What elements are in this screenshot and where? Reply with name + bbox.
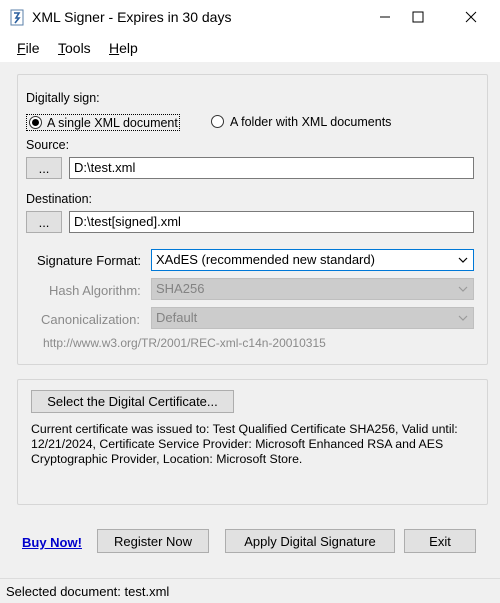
hash-algorithm-value: SHA256 xyxy=(156,281,205,296)
menu-help[interactable]: Help xyxy=(109,40,138,56)
certificate-info-line-2: 12/21/2024, Certificate Service Provider… xyxy=(31,437,444,451)
maximize-button[interactable] xyxy=(395,0,441,34)
minimize-icon xyxy=(380,16,390,18)
exit-button[interactable]: Exit xyxy=(404,529,476,553)
radio-single-document-indicator xyxy=(29,116,42,129)
source-browse-button[interactable]: ... xyxy=(26,157,62,179)
hash-algorithm-select: SHA256 xyxy=(151,278,474,300)
canonicalization-select: Default xyxy=(151,307,474,329)
chevron-down-icon xyxy=(458,315,468,321)
apply-signature-button[interactable]: Apply Digital Signature xyxy=(225,529,395,553)
radio-single-document-label: A single XML document xyxy=(47,116,178,130)
close-button[interactable] xyxy=(448,0,494,34)
close-icon xyxy=(465,11,477,23)
window-title: XML Signer - Expires in 30 days xyxy=(32,9,232,25)
menu-help-label: elp xyxy=(119,40,138,56)
menu-file[interactable]: File xyxy=(17,40,40,56)
destination-label: Destination: xyxy=(26,192,93,206)
menu-tools[interactable]: Tools xyxy=(58,40,91,56)
signature-format-value: XAdES (recommended new standard) xyxy=(156,252,375,267)
radio-folder-indicator xyxy=(211,115,224,128)
signature-format-label: Signature Format: xyxy=(37,253,142,268)
destination-input[interactable]: D:\test[signed].xml xyxy=(69,211,474,233)
digitally-sign-label: Digitally sign: xyxy=(26,91,100,105)
app-icon xyxy=(10,9,24,26)
status-text: Selected document: test.xml xyxy=(6,584,170,599)
menu-file-accelerator: F xyxy=(17,40,26,56)
maximize-icon xyxy=(412,11,424,23)
menu-tools-accelerator: T xyxy=(58,40,65,56)
signature-format-select[interactable]: XAdES (recommended new standard) xyxy=(151,249,474,271)
title-bar[interactable]: XML Signer - Expires in 30 days xyxy=(0,0,500,34)
source-label: Source: xyxy=(26,138,70,152)
select-certificate-button[interactable]: Select the Digital Certificate... xyxy=(31,390,234,413)
status-bar: Selected document: test.xml xyxy=(0,578,500,603)
certificate-info: Current certificate was issued to: Test … xyxy=(31,422,481,467)
menu-help-accelerator: H xyxy=(109,40,120,56)
radio-folder-label: A folder with XML documents xyxy=(230,115,392,129)
chevron-down-icon xyxy=(458,257,468,263)
destination-browse-button[interactable]: ... xyxy=(26,211,62,233)
buy-now-link[interactable]: Buy Now! xyxy=(22,535,82,550)
chevron-down-icon xyxy=(458,286,468,292)
register-now-button[interactable]: Register Now xyxy=(97,529,209,553)
certificate-info-line-3: Cryptographic Provider, Location: Micros… xyxy=(31,452,303,466)
canonicalization-url: http://www.w3.org/TR/2001/REC-xml-c14n-2… xyxy=(43,336,326,350)
canonicalization-label: Canonicalization: xyxy=(41,312,141,327)
canonicalization-value: Default xyxy=(156,310,198,325)
source-input[interactable]: D:\test.xml xyxy=(69,157,474,179)
certificate-info-line-1: Current certificate was issued to: Test … xyxy=(31,422,458,436)
radio-single-document[interactable]: A single XML document xyxy=(26,114,180,131)
menu-file-label: ile xyxy=(25,40,40,56)
menu-tools-label: ools xyxy=(65,40,91,56)
radio-folder[interactable]: A folder with XML documents xyxy=(211,114,401,131)
hash-algorithm-label: Hash Algorithm: xyxy=(49,283,141,298)
